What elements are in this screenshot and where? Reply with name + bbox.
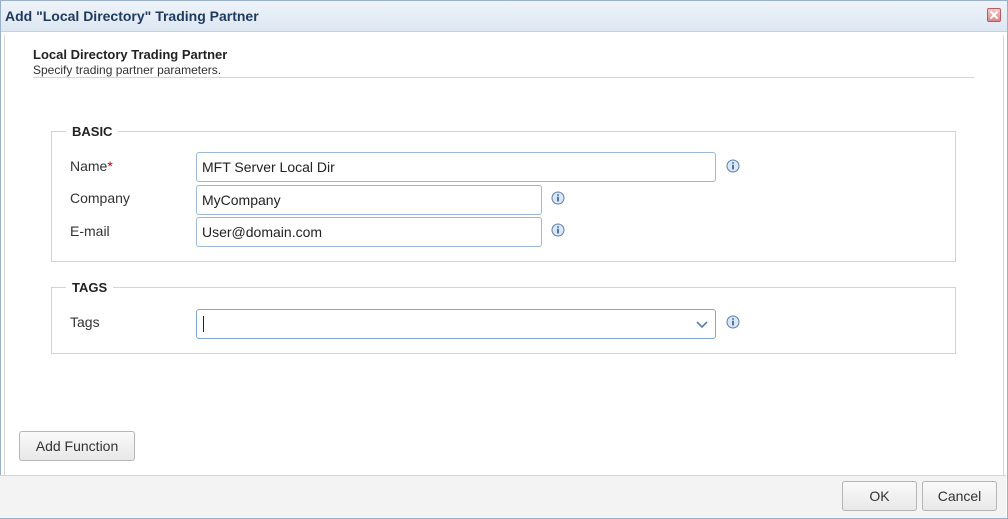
name-field[interactable] (196, 152, 716, 182)
tags-combobox[interactable] (196, 309, 716, 339)
add-function-button[interactable]: Add Function (19, 431, 135, 461)
name-label-text: Name (70, 158, 108, 174)
info-icon[interactable] (726, 159, 740, 173)
required-mark: * (107, 158, 113, 174)
title-bar: Add "Local Directory" Trading Partner (1, 1, 1007, 32)
ok-button[interactable]: OK (842, 481, 917, 511)
close-icon[interactable] (987, 8, 1001, 22)
tags-label: Tags (70, 314, 100, 330)
chevron-down-icon[interactable] (689, 310, 715, 338)
cancel-button[interactable]: Cancel (922, 481, 997, 511)
company-field[interactable] (196, 185, 542, 215)
email-label: E-mail (70, 223, 110, 239)
basic-legend: BASIC (72, 124, 113, 139)
text-caret (203, 316, 204, 332)
name-label: Name* (70, 158, 113, 174)
window-title: Add "Local Directory" Trading Partner (5, 8, 259, 24)
page-title: Local Directory Trading Partner (33, 47, 228, 62)
company-label: Company (70, 190, 130, 206)
email-field[interactable] (196, 217, 542, 247)
info-icon[interactable] (726, 315, 740, 329)
info-icon[interactable] (551, 191, 565, 205)
page-subtitle: Specify trading partner parameters. (33, 63, 222, 77)
header-divider (33, 77, 974, 78)
tags-legend: TAGS (72, 280, 108, 295)
info-icon[interactable] (551, 223, 565, 237)
